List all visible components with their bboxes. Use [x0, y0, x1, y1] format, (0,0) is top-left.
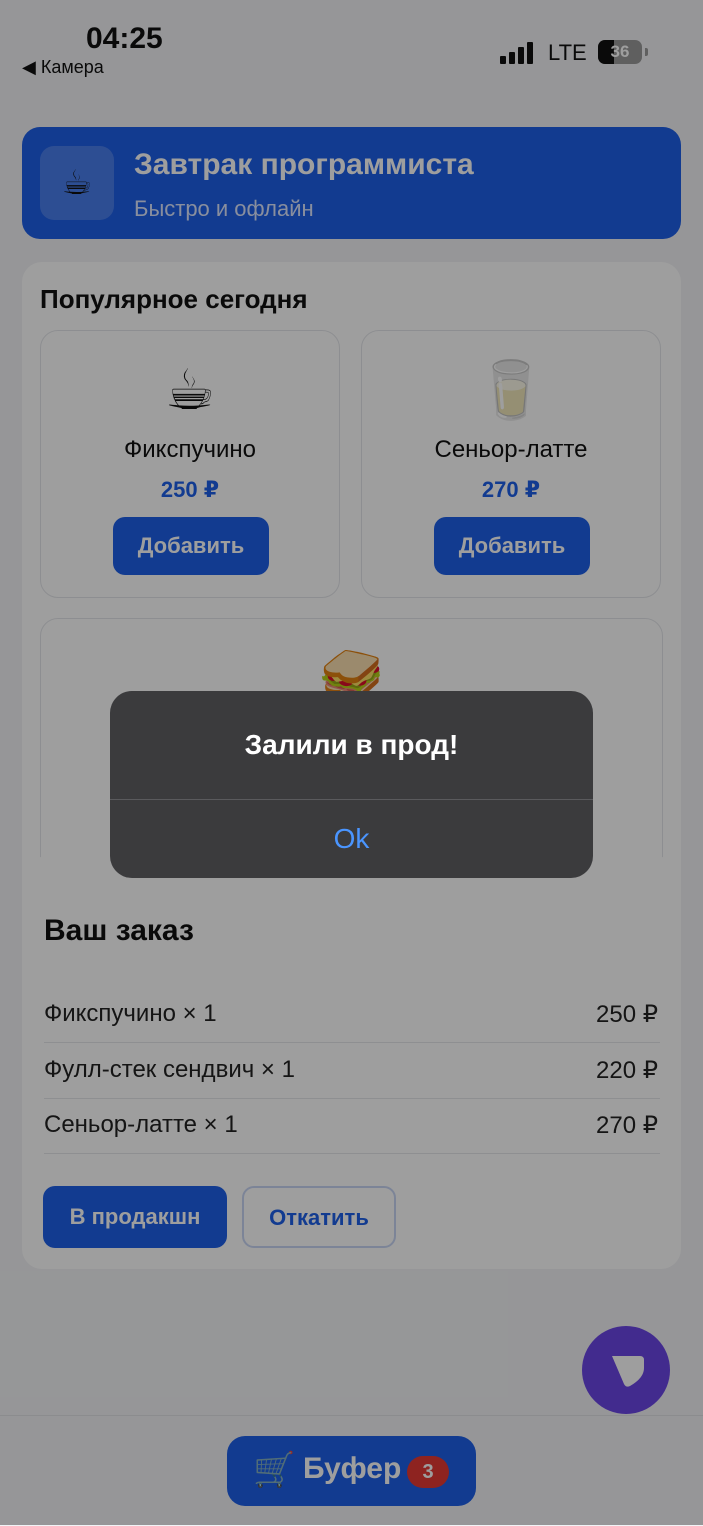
alert-dialog: Залили в прод! Ok — [110, 691, 593, 878]
alert-title: Залили в прод! — [244, 729, 459, 760]
alert-ok-button[interactable]: Ok — [110, 799, 593, 878]
